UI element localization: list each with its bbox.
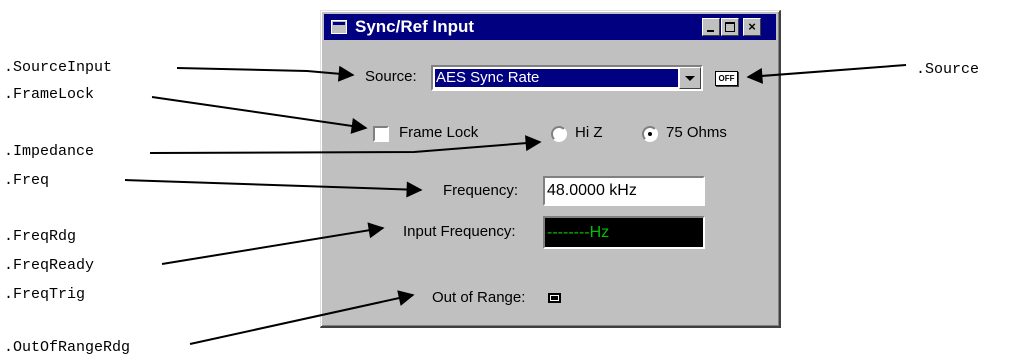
arrow-out-of-range-rdg (189, 290, 415, 345)
arrow-source-input (176, 65, 355, 82)
arrow-source (746, 64, 907, 84)
callout-arrows (124, 64, 907, 345)
arrow-impedance (149, 135, 542, 154)
arrow-frame-lock (151, 96, 368, 134)
arrow-freq (124, 179, 423, 198)
arrow-freq-ready (161, 222, 385, 265)
